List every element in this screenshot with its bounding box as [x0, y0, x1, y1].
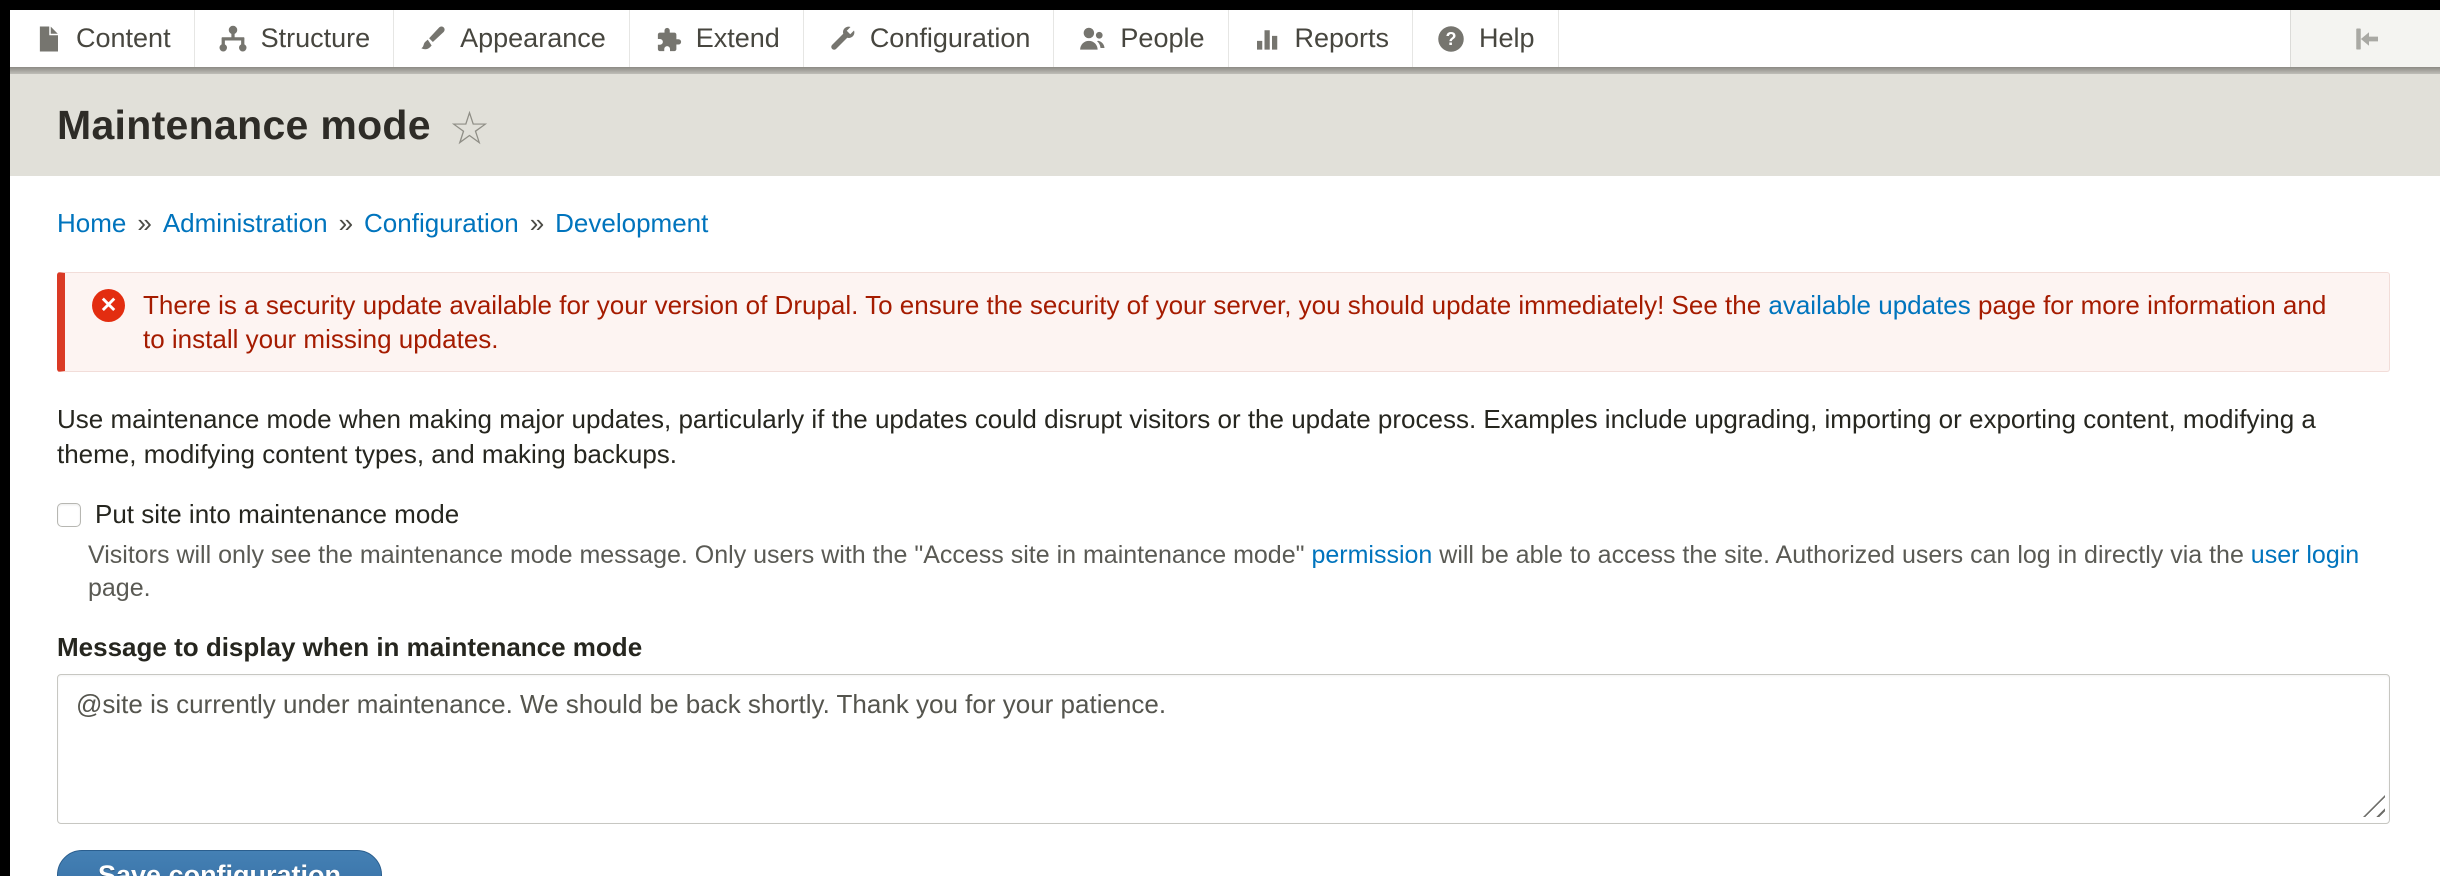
paintbrush-icon [417, 24, 447, 54]
breadcrumb-link-home[interactable]: Home [57, 208, 126, 238]
help-icon: ? [1436, 24, 1466, 54]
intro-text: Use maintenance mode when making major u… [57, 402, 2390, 472]
breadcrumb-separator: » [339, 208, 353, 238]
toolbar-item-label: Appearance [460, 23, 606, 54]
save-configuration-button[interactable]: Save configuration [57, 850, 382, 876]
toolbar-item-label: Content [76, 23, 171, 54]
toolbar-item-label: Configuration [870, 23, 1031, 54]
toolbar-item-configuration[interactable]: Configuration [804, 10, 1055, 67]
breadcrumb-separator: » [530, 208, 544, 238]
star-icon[interactable]: ☆ [449, 105, 490, 151]
permission-link[interactable]: permission [1311, 541, 1432, 569]
description-part3: page. [88, 574, 151, 602]
maintenance-mode-description: Visitors will only see the maintenance m… [88, 539, 2390, 605]
admin-toolbar: Content Structure Appearance Extend Configur… [10, 10, 2440, 67]
maintenance-mode-row: Put site into maintenance mode [57, 499, 2390, 530]
toolbar-collapse-button[interactable] [2290, 10, 2440, 67]
maintenance-mode-label[interactable]: Put site into maintenance mode [95, 499, 459, 530]
toolbar-menu: Content Structure Appearance Extend Configur… [10, 10, 1559, 67]
toolbar-item-content[interactable]: Content [10, 10, 195, 67]
wrench-icon [827, 24, 857, 54]
message-textarea-wrap: @site is currently under maintenance. We… [57, 674, 2390, 824]
people-icon [1077, 24, 1107, 54]
user-login-link[interactable]: user login [2251, 541, 2359, 569]
toolbar-shadow [10, 67, 2440, 74]
available-updates-link[interactable]: available updates [1768, 290, 1970, 320]
sitemap-icon [218, 24, 248, 54]
toolbar-spacer [1559, 10, 2290, 67]
main-content: Home » Administration » Configuration » Develo… [10, 176, 2440, 876]
svg-text:?: ? [1446, 29, 1457, 49]
toolbar-item-label: Reports [1295, 23, 1390, 54]
barchart-icon [1252, 24, 1282, 54]
toolbar-item-help[interactable]: ? Help [1413, 10, 1559, 67]
page: Content Structure Appearance Extend Configur… [10, 10, 2440, 876]
page-header: Maintenance mode ☆ [10, 74, 2440, 176]
toolbar-item-appearance[interactable]: Appearance [394, 10, 630, 67]
description-part1: Visitors will only see the maintenance m… [88, 541, 1311, 569]
page-title: Maintenance mode [57, 102, 431, 149]
puzzle-icon [653, 24, 683, 54]
collapse-left-icon [2348, 21, 2384, 57]
breadcrumb-separator: » [137, 208, 151, 238]
message-field-label: Message to display when in maintenance m… [57, 632, 2390, 663]
toolbar-item-people[interactable]: People [1054, 10, 1228, 67]
breadcrumb: Home » Administration » Configuration » Develo… [57, 206, 2390, 240]
description-part2: will be able to access the site. Authori… [1432, 541, 2250, 569]
file-icon [33, 24, 63, 54]
breadcrumb-link-development[interactable]: Development [555, 208, 708, 238]
toolbar-item-label: Extend [696, 23, 780, 54]
breadcrumb-link-administration[interactable]: Administration [163, 208, 328, 238]
toolbar-item-structure[interactable]: Structure [195, 10, 395, 67]
error-text-before: There is a security update available for… [143, 290, 1768, 320]
toolbar-item-label: Structure [261, 23, 371, 54]
toolbar-item-extend[interactable]: Extend [630, 10, 804, 67]
error-x-icon: ✕ [92, 289, 125, 322]
error-message: ✕ There is a security update available f… [57, 272, 2390, 372]
message-textarea[interactable]: @site is currently under maintenance. We… [57, 674, 2390, 824]
maintenance-mode-checkbox[interactable] [57, 503, 81, 527]
toolbar-item-reports[interactable]: Reports [1229, 10, 1414, 67]
breadcrumb-link-configuration[interactable]: Configuration [364, 208, 519, 238]
toolbar-item-label: People [1120, 23, 1204, 54]
toolbar-item-label: Help [1479, 23, 1535, 54]
